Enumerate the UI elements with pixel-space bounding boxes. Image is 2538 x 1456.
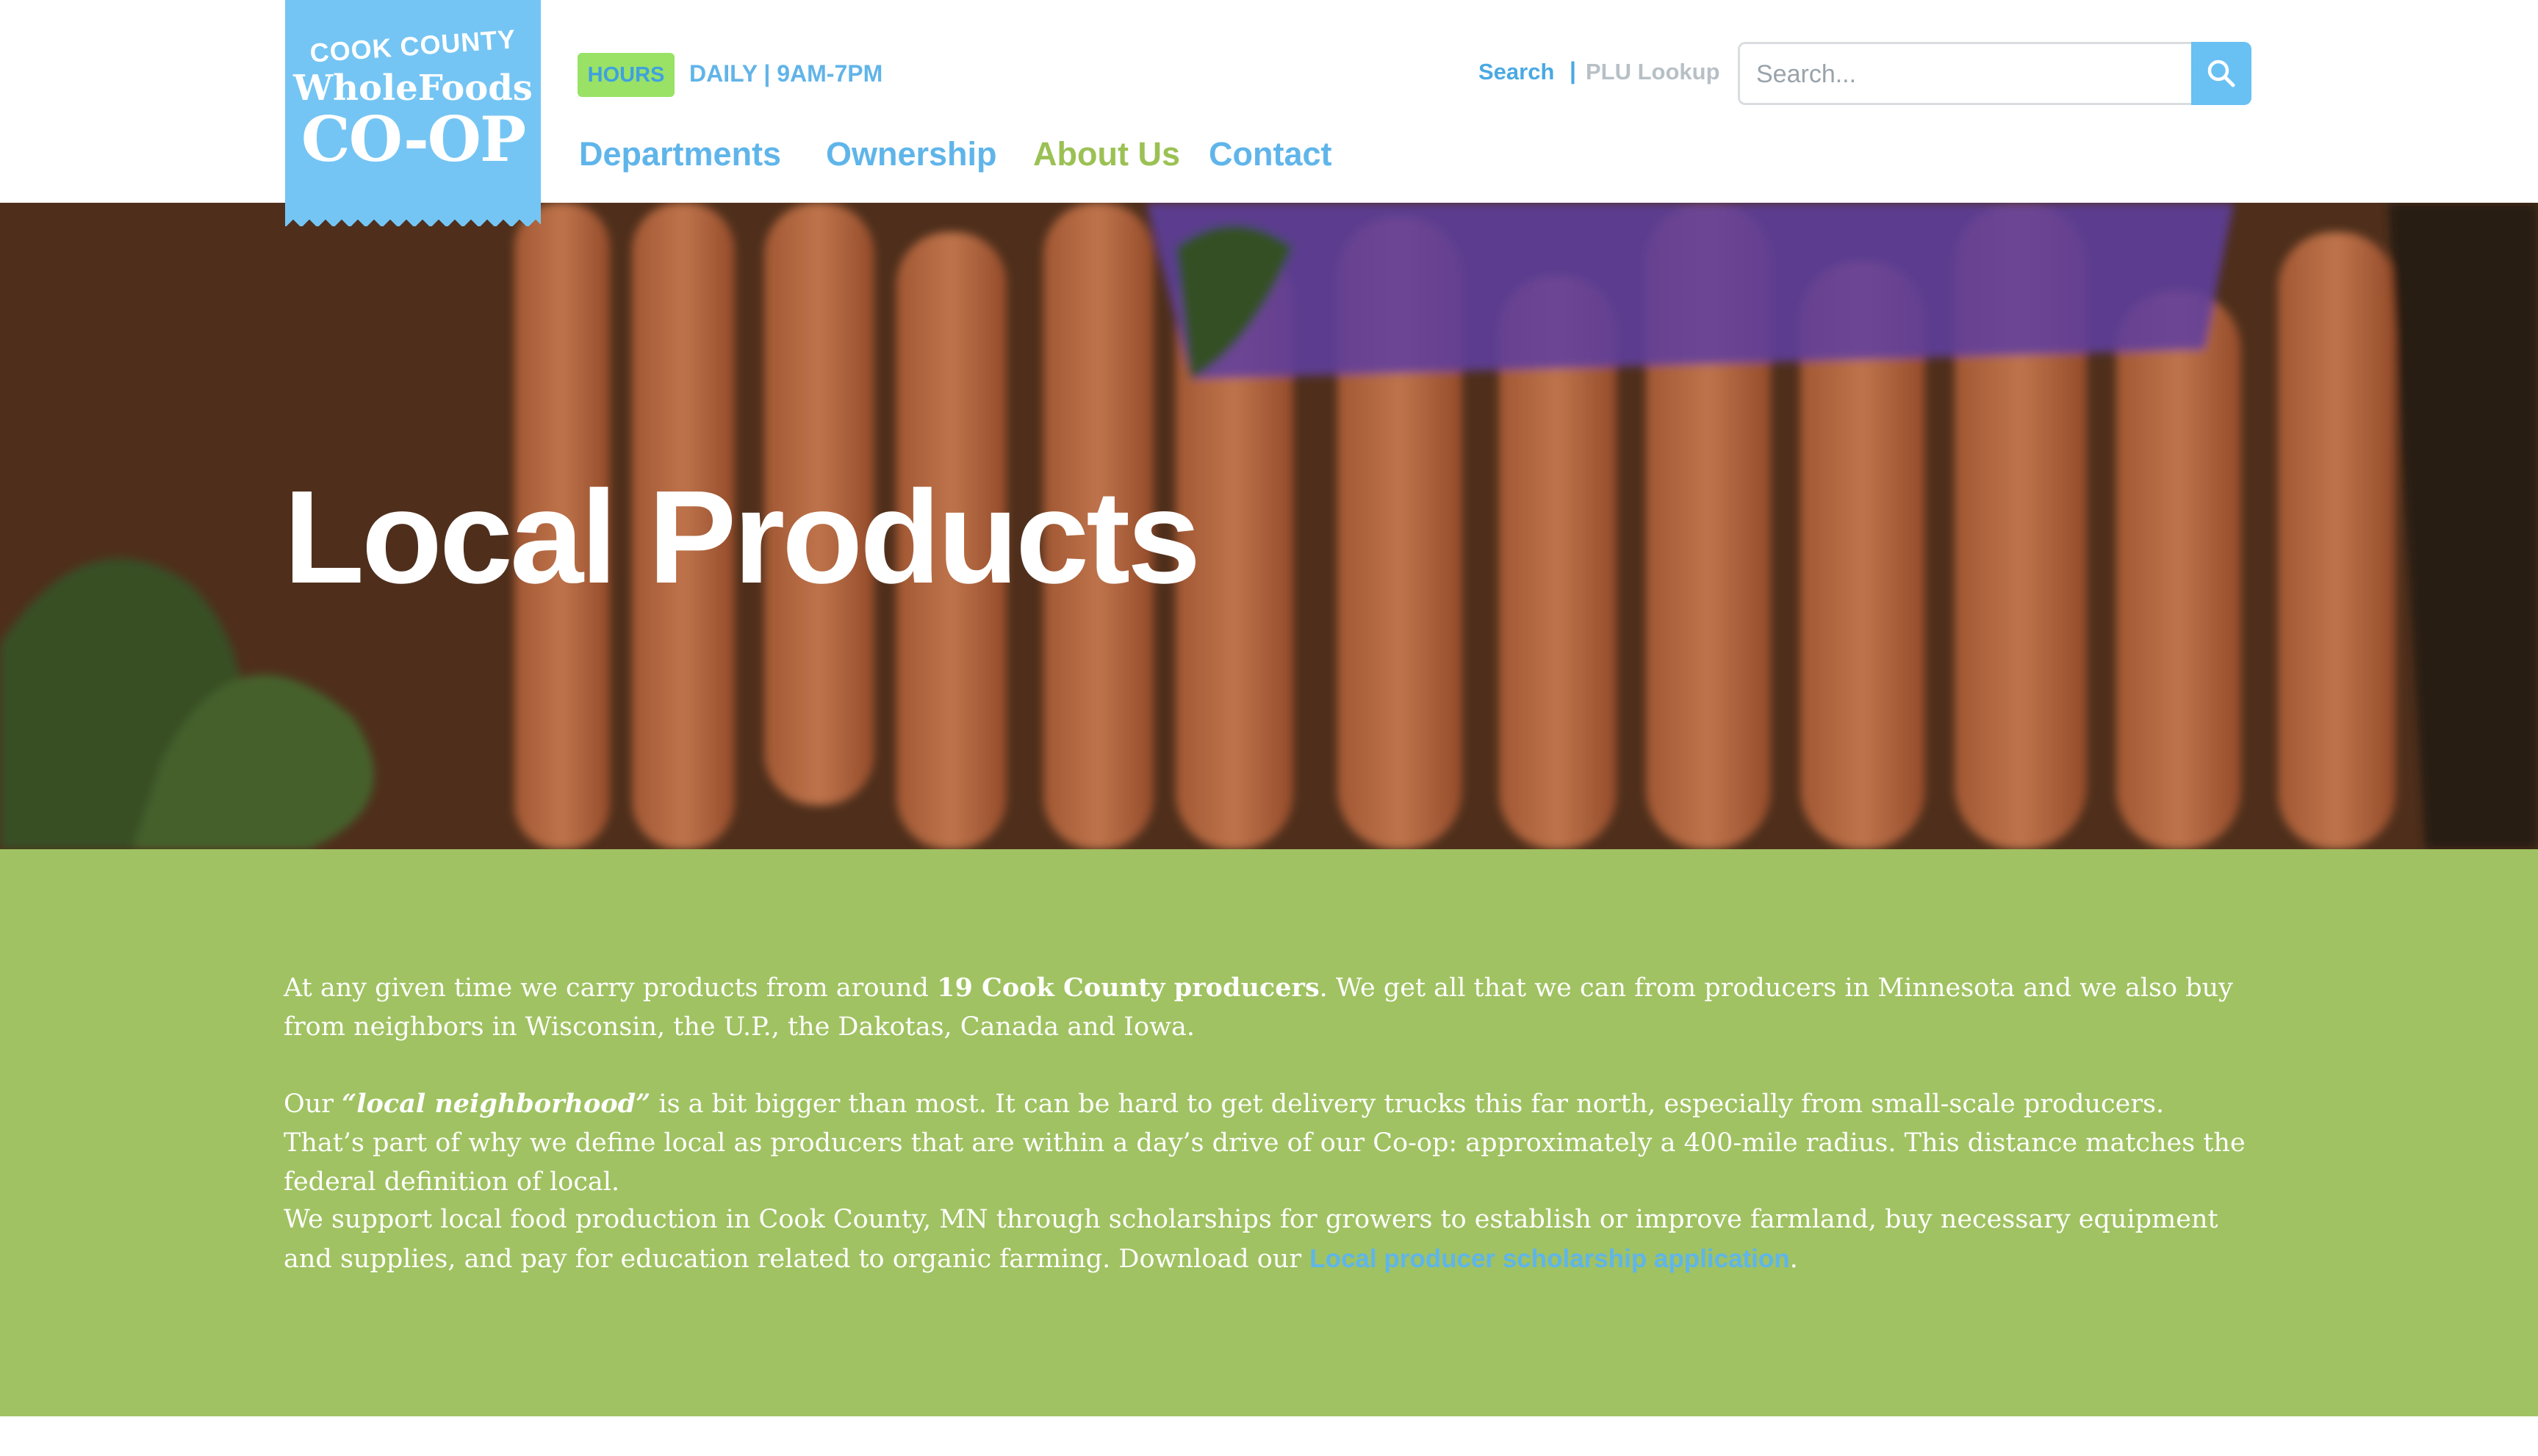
- paragraph-text: We support local food production in Cook…: [284, 1205, 2218, 1274]
- paragraph-text: .: [1789, 1244, 1798, 1274]
- producer-count-text: 19 Cook County producers: [937, 973, 1320, 1003]
- plu-lookup-link[interactable]: PLU Lookup: [1586, 59, 1720, 85]
- site-header: COOK COUNTY WholeFoods CO-OP HOURS DAILY…: [0, 0, 2538, 226]
- local-neighborhood-text: “local neighborhood”: [342, 1089, 651, 1119]
- search-link[interactable]: Search: [1478, 59, 1554, 85]
- page-title: Local Products: [284, 464, 1201, 611]
- search-field: [1738, 42, 2191, 105]
- scholarship-application-link[interactable]: Local producer scholarship application: [1309, 1244, 1789, 1273]
- nav-item-about-us[interactable]: About Us: [1033, 135, 1180, 173]
- paragraph-text: At any given time we carry products from…: [284, 973, 938, 1003]
- logo-line-coop: CO-OP: [301, 103, 526, 176]
- intro-section: At any given time we carry products from…: [0, 849, 2538, 1416]
- nav-item-ownership[interactable]: Ownership: [826, 135, 997, 173]
- paragraph-local-neighborhood: Our “local neighborhood” is a bit bigger…: [284, 1084, 2253, 1202]
- search-button[interactable]: [2191, 42, 2251, 105]
- hours-badge: HOURS: [578, 53, 675, 97]
- search-icon: [2207, 60, 2235, 87]
- paragraph-text: Our: [284, 1089, 342, 1119]
- paragraph-producers: At any given time we carry products from…: [284, 968, 2253, 1047]
- site-logo[interactable]: COOK COUNTY WholeFoods CO-OP: [285, 0, 541, 226]
- logo-line-cook-county: COOK COUNTY: [309, 24, 517, 68]
- nav-item-contact[interactable]: Contact: [1209, 135, 1332, 173]
- search-input[interactable]: [1755, 44, 2184, 104]
- hero-banner: Local Products: [0, 203, 2538, 849]
- nav-item-departments[interactable]: Departments: [579, 135, 781, 173]
- paragraph-scholarships: We support local food production in Cook…: [284, 1200, 2253, 1279]
- utility-separator: |: [1570, 57, 1576, 84]
- hours-text: DAILY | 9AM-7PM: [689, 60, 883, 87]
